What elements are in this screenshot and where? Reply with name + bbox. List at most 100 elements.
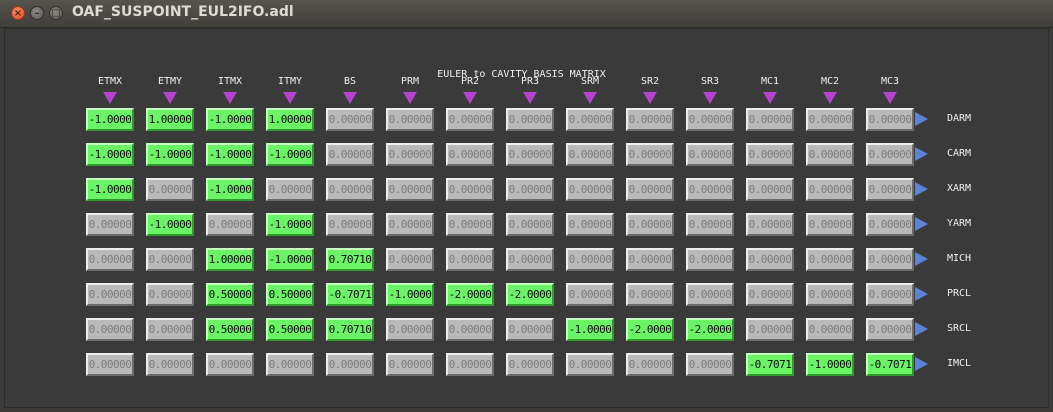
matrix-cell-yarm-pr3[interactable]: 0.00000 bbox=[506, 213, 554, 236]
matrix-cell-prcl-sr2[interactable]: 0.00000 bbox=[626, 283, 674, 306]
down-arrow-icon[interactable] bbox=[223, 92, 237, 104]
matrix-cell-yarm-sr3[interactable]: 0.00000 bbox=[686, 213, 734, 236]
matrix-cell-carm-itmy[interactable]: -1.0000 bbox=[266, 143, 314, 166]
matrix-cell-carm-mc2[interactable]: 0.00000 bbox=[806, 143, 854, 166]
matrix-cell-prcl-mc3[interactable]: 0.00000 bbox=[866, 283, 914, 306]
matrix-cell-carm-prm[interactable]: 0.00000 bbox=[386, 143, 434, 166]
matrix-cell-prcl-srm[interactable]: 0.00000 bbox=[566, 283, 614, 306]
down-arrow-icon[interactable] bbox=[403, 92, 417, 104]
matrix-cell-imcl-etmy[interactable]: 0.00000 bbox=[146, 353, 194, 376]
right-arrow-icon[interactable] bbox=[915, 322, 928, 336]
matrix-cell-yarm-pr2[interactable]: 0.00000 bbox=[446, 213, 494, 236]
right-arrow-icon[interactable] bbox=[915, 147, 928, 161]
matrix-cell-xarm-sr2[interactable]: 0.00000 bbox=[626, 178, 674, 201]
matrix-cell-mich-mc1[interactable]: 0.00000 bbox=[746, 248, 794, 271]
matrix-cell-carm-etmy[interactable]: -1.0000 bbox=[146, 143, 194, 166]
matrix-cell-darm-itmx[interactable]: -1.0000 bbox=[206, 108, 254, 131]
matrix-cell-prcl-itmy[interactable]: 0.50000 bbox=[266, 283, 314, 306]
matrix-cell-imcl-sr2[interactable]: 0.00000 bbox=[626, 353, 674, 376]
down-arrow-icon[interactable] bbox=[343, 92, 357, 104]
matrix-cell-darm-mc1[interactable]: 0.00000 bbox=[746, 108, 794, 131]
matrix-cell-darm-srm[interactable]: 0.00000 bbox=[566, 108, 614, 131]
matrix-cell-mich-mc3[interactable]: 0.00000 bbox=[866, 248, 914, 271]
matrix-cell-yarm-mc1[interactable]: 0.00000 bbox=[746, 213, 794, 236]
matrix-cell-mich-prm[interactable]: 0.00000 bbox=[386, 248, 434, 271]
matrix-cell-darm-bs[interactable]: 0.00000 bbox=[326, 108, 374, 131]
down-arrow-icon[interactable] bbox=[163, 92, 177, 104]
minimize-icon[interactable]: – bbox=[30, 6, 44, 20]
down-arrow-icon[interactable] bbox=[583, 92, 597, 104]
matrix-cell-srcl-itmx[interactable]: 0.50000 bbox=[206, 318, 254, 341]
matrix-cell-imcl-mc2[interactable]: -1.0000 bbox=[806, 353, 854, 376]
right-arrow-icon[interactable] bbox=[915, 217, 928, 231]
matrix-cell-yarm-bs[interactable]: 0.00000 bbox=[326, 213, 374, 236]
matrix-cell-srcl-sr2[interactable]: -2.0000 bbox=[626, 318, 674, 341]
matrix-cell-imcl-bs[interactable]: 0.00000 bbox=[326, 353, 374, 376]
matrix-cell-mich-mc2[interactable]: 0.00000 bbox=[806, 248, 854, 271]
matrix-cell-prcl-etmy[interactable]: 0.00000 bbox=[146, 283, 194, 306]
matrix-cell-srcl-etmy[interactable]: 0.00000 bbox=[146, 318, 194, 341]
right-arrow-icon[interactable] bbox=[915, 112, 928, 126]
matrix-cell-carm-etmx[interactable]: -1.0000 bbox=[86, 143, 134, 166]
matrix-cell-mich-sr3[interactable]: 0.00000 bbox=[686, 248, 734, 271]
matrix-cell-prcl-bs[interactable]: -0.7071 bbox=[326, 283, 374, 306]
matrix-cell-xarm-mc3[interactable]: 0.00000 bbox=[866, 178, 914, 201]
down-arrow-icon[interactable] bbox=[283, 92, 297, 104]
matrix-cell-xarm-etmx[interactable]: -1.0000 bbox=[86, 178, 134, 201]
down-arrow-icon[interactable] bbox=[463, 92, 477, 104]
matrix-cell-yarm-srm[interactable]: 0.00000 bbox=[566, 213, 614, 236]
matrix-cell-carm-sr3[interactable]: 0.00000 bbox=[686, 143, 734, 166]
matrix-cell-yarm-itmy[interactable]: -1.0000 bbox=[266, 213, 314, 236]
matrix-cell-imcl-pr2[interactable]: 0.00000 bbox=[446, 353, 494, 376]
matrix-cell-imcl-itmx[interactable]: 0.00000 bbox=[206, 353, 254, 376]
matrix-cell-yarm-mc3[interactable]: 0.00000 bbox=[866, 213, 914, 236]
matrix-cell-prcl-itmx[interactable]: 0.50000 bbox=[206, 283, 254, 306]
matrix-cell-darm-pr2[interactable]: 0.00000 bbox=[446, 108, 494, 131]
matrix-cell-srcl-srm[interactable]: -1.0000 bbox=[566, 318, 614, 341]
right-arrow-icon[interactable] bbox=[915, 357, 928, 371]
matrix-cell-srcl-itmy[interactable]: 0.50000 bbox=[266, 318, 314, 341]
matrix-cell-imcl-srm[interactable]: 0.00000 bbox=[566, 353, 614, 376]
maximize-icon[interactable]: □ bbox=[49, 6, 63, 20]
matrix-cell-xarm-pr2[interactable]: 0.00000 bbox=[446, 178, 494, 201]
matrix-cell-imcl-etmx[interactable]: 0.00000 bbox=[86, 353, 134, 376]
matrix-cell-darm-sr2[interactable]: 0.00000 bbox=[626, 108, 674, 131]
matrix-cell-yarm-etmx[interactable]: 0.00000 bbox=[86, 213, 134, 236]
matrix-cell-carm-mc3[interactable]: 0.00000 bbox=[866, 143, 914, 166]
down-arrow-icon[interactable] bbox=[703, 92, 717, 104]
matrix-cell-srcl-pr2[interactable]: 0.00000 bbox=[446, 318, 494, 341]
matrix-cell-srcl-mc1[interactable]: 0.00000 bbox=[746, 318, 794, 341]
matrix-cell-mich-bs[interactable]: 0.70710 bbox=[326, 248, 374, 271]
matrix-cell-imcl-sr3[interactable]: 0.00000 bbox=[686, 353, 734, 376]
matrix-cell-yarm-sr2[interactable]: 0.00000 bbox=[626, 213, 674, 236]
matrix-cell-darm-mc3[interactable]: 0.00000 bbox=[866, 108, 914, 131]
down-arrow-icon[interactable] bbox=[523, 92, 537, 104]
right-arrow-icon[interactable] bbox=[915, 182, 928, 196]
matrix-cell-carm-mc1[interactable]: 0.00000 bbox=[746, 143, 794, 166]
matrix-cell-xarm-mc2[interactable]: 0.00000 bbox=[806, 178, 854, 201]
matrix-cell-prcl-mc2[interactable]: 0.00000 bbox=[806, 283, 854, 306]
matrix-cell-xarm-bs[interactable]: 0.00000 bbox=[326, 178, 374, 201]
matrix-cell-xarm-mc1[interactable]: 0.00000 bbox=[746, 178, 794, 201]
matrix-cell-srcl-prm[interactable]: 0.00000 bbox=[386, 318, 434, 341]
matrix-cell-yarm-mc2[interactable]: 0.00000 bbox=[806, 213, 854, 236]
matrix-cell-srcl-pr3[interactable]: 0.00000 bbox=[506, 318, 554, 341]
matrix-cell-srcl-mc3[interactable]: 0.00000 bbox=[866, 318, 914, 341]
matrix-cell-yarm-itmx[interactable]: 0.00000 bbox=[206, 213, 254, 236]
down-arrow-icon[interactable] bbox=[103, 92, 117, 104]
matrix-cell-prcl-sr3[interactable]: 0.00000 bbox=[686, 283, 734, 306]
matrix-cell-yarm-etmy[interactable]: -1.0000 bbox=[146, 213, 194, 236]
matrix-cell-xarm-itmy[interactable]: 0.00000 bbox=[266, 178, 314, 201]
matrix-cell-mich-itmy[interactable]: -1.0000 bbox=[266, 248, 314, 271]
matrix-cell-xarm-pr3[interactable]: 0.00000 bbox=[506, 178, 554, 201]
matrix-cell-xarm-sr3[interactable]: 0.00000 bbox=[686, 178, 734, 201]
down-arrow-icon[interactable] bbox=[883, 92, 897, 104]
matrix-cell-prcl-pr3[interactable]: -2.0000 bbox=[506, 283, 554, 306]
matrix-cell-xarm-itmx[interactable]: -1.0000 bbox=[206, 178, 254, 201]
matrix-cell-darm-mc2[interactable]: 0.00000 bbox=[806, 108, 854, 131]
matrix-cell-carm-pr3[interactable]: 0.00000 bbox=[506, 143, 554, 166]
matrix-cell-srcl-sr3[interactable]: -2.0000 bbox=[686, 318, 734, 341]
matrix-cell-mich-sr2[interactable]: 0.00000 bbox=[626, 248, 674, 271]
matrix-cell-xarm-prm[interactable]: 0.00000 bbox=[386, 178, 434, 201]
matrix-cell-yarm-prm[interactable]: 0.00000 bbox=[386, 213, 434, 236]
